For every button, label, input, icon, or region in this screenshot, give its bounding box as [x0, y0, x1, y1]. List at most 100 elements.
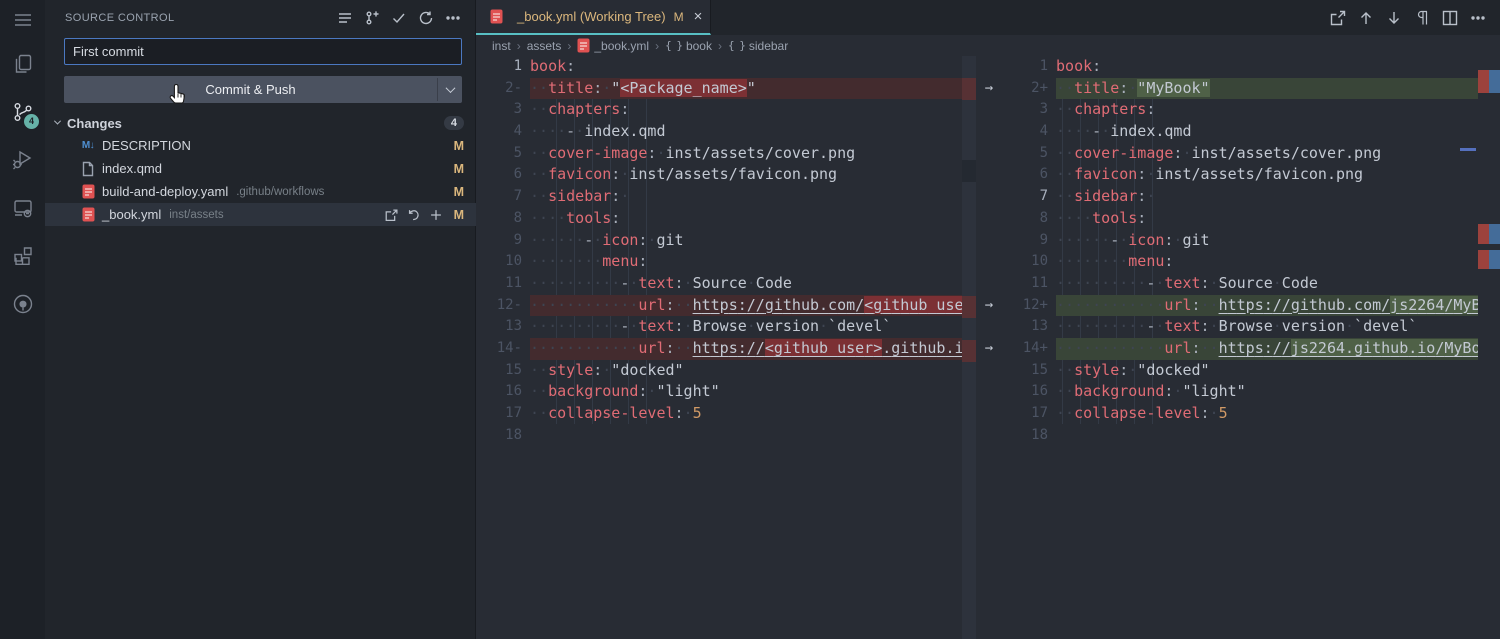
code-text: ············url:··https://<github_user>.…	[530, 338, 962, 360]
breadcrumb-separator: ›	[655, 39, 659, 53]
code-line-original-8[interactable]: 8····tools:	[476, 208, 962, 230]
activity-item-run-and-debug[interactable]	[0, 136, 45, 184]
code-text: ··········-·text:·Source·Code	[1056, 273, 1478, 295]
code-text: ····tools:	[530, 208, 962, 230]
file-row-index.qmd[interactable]: index.qmdM	[45, 157, 476, 180]
file-row-_book.yml[interactable]: _book.ymlinst/assetsM	[45, 203, 476, 226]
yaml-file-icon	[80, 207, 96, 222]
github-icon	[11, 292, 35, 316]
code-line-modified-4[interactable]: 4····-·index.qmd	[976, 121, 1478, 143]
code-line-modified-6[interactable]: 6··favicon:·inst/assets/favicon.png	[976, 164, 1478, 186]
commit-options-dropdown[interactable]	[438, 76, 462, 103]
breadcrumb-item-book[interactable]: { }book	[665, 39, 712, 53]
diff-editor: 1book:2-··title:·"<Package_name>"3··chap…	[476, 56, 1500, 639]
code-line-modified-12[interactable]: →12+············url:··https://github.com…	[976, 295, 1478, 317]
stage-icon[interactable]	[428, 207, 444, 223]
code-line-modified-8[interactable]: 8····tools:	[976, 208, 1478, 230]
breadcrumb-item-sidebar[interactable]: { }sidebar	[728, 39, 788, 53]
commit-and-push-button[interactable]: Commit & Push	[64, 76, 462, 103]
code-line-original-15[interactable]: 15··style:·"docked"	[476, 360, 962, 382]
code-text: ··cover-image:·inst/assets/cover.png	[530, 143, 962, 165]
close-icon[interactable]: ×	[694, 8, 703, 25]
more-icon[interactable]	[443, 8, 463, 28]
more-icon[interactable]	[1468, 8, 1488, 28]
activity-item-source-control[interactable]: 4	[0, 88, 45, 136]
code-line-modified-15[interactable]: 15··style:·"docked"	[976, 360, 1478, 382]
code-line-original-5[interactable]: 5··cover-image:·inst/assets/cover.png	[476, 143, 962, 165]
file-row-build-and-deploy.yaml[interactable]: build-and-deploy.yaml.github/workflowsM	[45, 180, 476, 203]
next-change-icon[interactable]	[1384, 8, 1404, 28]
code-line-original-4[interactable]: 4····-·index.qmd	[476, 121, 962, 143]
previous-change-icon[interactable]	[1356, 8, 1376, 28]
code-line-modified-18[interactable]: 18	[976, 425, 1478, 447]
code-line-original-1[interactable]: 1book:	[476, 56, 962, 78]
activity-item-remote-explorer[interactable]	[0, 184, 45, 232]
breadcrumb-item-inst[interactable]: inst	[492, 39, 511, 53]
toggle-whitespace-icon[interactable]	[1412, 8, 1432, 28]
activity-item-menu[interactable]	[0, 0, 45, 40]
code-line-modified-10[interactable]: 10········menu:	[976, 251, 1478, 273]
arrow-gutter	[976, 56, 1002, 78]
view-and-sort-icon[interactable]	[335, 8, 355, 28]
breadcrumb-item-assets[interactable]: assets	[527, 39, 562, 53]
code-line-original-9[interactable]: 9······-·icon:·git	[476, 230, 962, 252]
arrow-gutter	[976, 425, 1002, 447]
diff-change-arrow-icon[interactable]: →	[976, 338, 1002, 360]
changes-section-header[interactable]: Changes 4	[45, 112, 476, 134]
file-path: .github/workflows	[236, 186, 452, 198]
activity-item-explorer[interactable]	[0, 40, 45, 88]
line-number: 13	[1002, 316, 1056, 338]
activity-item-extensions[interactable]	[0, 232, 45, 280]
code-line-original-12[interactable]: 12-············url:··https://github.com/…	[476, 295, 962, 317]
code-line-original-16[interactable]: 16··background:·"light"	[476, 381, 962, 403]
code-line-original-7[interactable]: 7··sidebar:·	[476, 186, 962, 208]
line-number: 8	[476, 208, 530, 230]
commit-icon[interactable]	[389, 8, 409, 28]
breadcrumb-item-_book.yml[interactable]: _book.yml	[577, 38, 649, 53]
code-line-original-3[interactable]: 3··chapters:	[476, 99, 962, 121]
file-row-DESCRIPTION[interactable]: M↓DESCRIPTIONM	[45, 134, 476, 157]
code-line-original-2[interactable]: 2-··title:·"<Package_name>"	[476, 78, 962, 100]
commit-message-input[interactable]	[64, 38, 462, 65]
activity-item-github[interactable]	[0, 280, 45, 328]
arrow-gutter	[976, 403, 1002, 425]
code-line-original-17[interactable]: 17··collapse-level:·5	[476, 403, 962, 425]
refresh-icon[interactable]	[416, 8, 436, 28]
code-line-modified-16[interactable]: 16··background:·"light"	[976, 381, 1478, 403]
code-line-original-10[interactable]: 10········menu:	[476, 251, 962, 273]
code-line-original-18[interactable]: 18	[476, 425, 962, 447]
yaml-file-icon	[80, 184, 96, 199]
code-line-modified-11[interactable]: 11··········-·text:·Source·Code	[976, 273, 1478, 295]
code-line-original-6[interactable]: 6··favicon:·inst/assets/favicon.png	[476, 164, 962, 186]
line-number: 12+	[1002, 295, 1056, 317]
left-pane-scrollbar[interactable]	[962, 56, 976, 639]
code-line-original-14[interactable]: 14-············url:··https://<github_use…	[476, 338, 962, 360]
tab-book-yml-working-tree[interactable]: _book.yml (Working Tree) M ×	[476, 0, 711, 35]
split-editor-icon[interactable]	[1440, 8, 1460, 28]
discard-icon[interactable]	[406, 207, 422, 223]
code-line-original-11[interactable]: 11··········-·text:·Source·Code	[476, 273, 962, 295]
code-line-modified-7[interactable]: 7··sidebar:·	[976, 186, 1478, 208]
line-number: 1	[476, 56, 530, 78]
line-number: 2-	[476, 78, 530, 100]
removed-change-mark	[962, 340, 976, 362]
sidebar-title: SOURCE CONTROL	[65, 12, 335, 24]
commit-graph-icon[interactable]	[362, 8, 382, 28]
code-line-modified-1[interactable]: 1book:	[976, 56, 1478, 78]
code-text: ··title:·"MyBook"	[1056, 78, 1478, 100]
code-line-original-13[interactable]: 13··········-·text:·Browse·version·`deve…	[476, 316, 962, 338]
code-line-modified-17[interactable]: 17··collapse-level:·5	[976, 403, 1478, 425]
diff-change-arrow-icon[interactable]: →	[976, 295, 1002, 317]
code-line-modified-13[interactable]: 13··········-·text:·Browse·version·`deve…	[976, 316, 1478, 338]
overview-ruler[interactable]	[1478, 56, 1500, 639]
code-line-modified-2[interactable]: →2+··title:·"MyBook"	[976, 78, 1478, 100]
code-line-modified-9[interactable]: 9······-·icon:·git	[976, 230, 1478, 252]
code-line-modified-3[interactable]: 3··chapters:	[976, 99, 1478, 121]
breadcrumb: inst›assets›_book.yml›{ }book›{ }sidebar	[476, 35, 1500, 56]
diff-change-arrow-icon[interactable]: →	[976, 78, 1002, 100]
open-changes-icon[interactable]	[1328, 8, 1348, 28]
line-number: 13	[476, 316, 530, 338]
code-line-modified-5[interactable]: 5··cover-image:·inst/assets/cover.png	[976, 143, 1478, 165]
code-line-modified-14[interactable]: →14+············url:··https://js2264.git…	[976, 338, 1478, 360]
open-file-icon[interactable]	[384, 207, 400, 223]
